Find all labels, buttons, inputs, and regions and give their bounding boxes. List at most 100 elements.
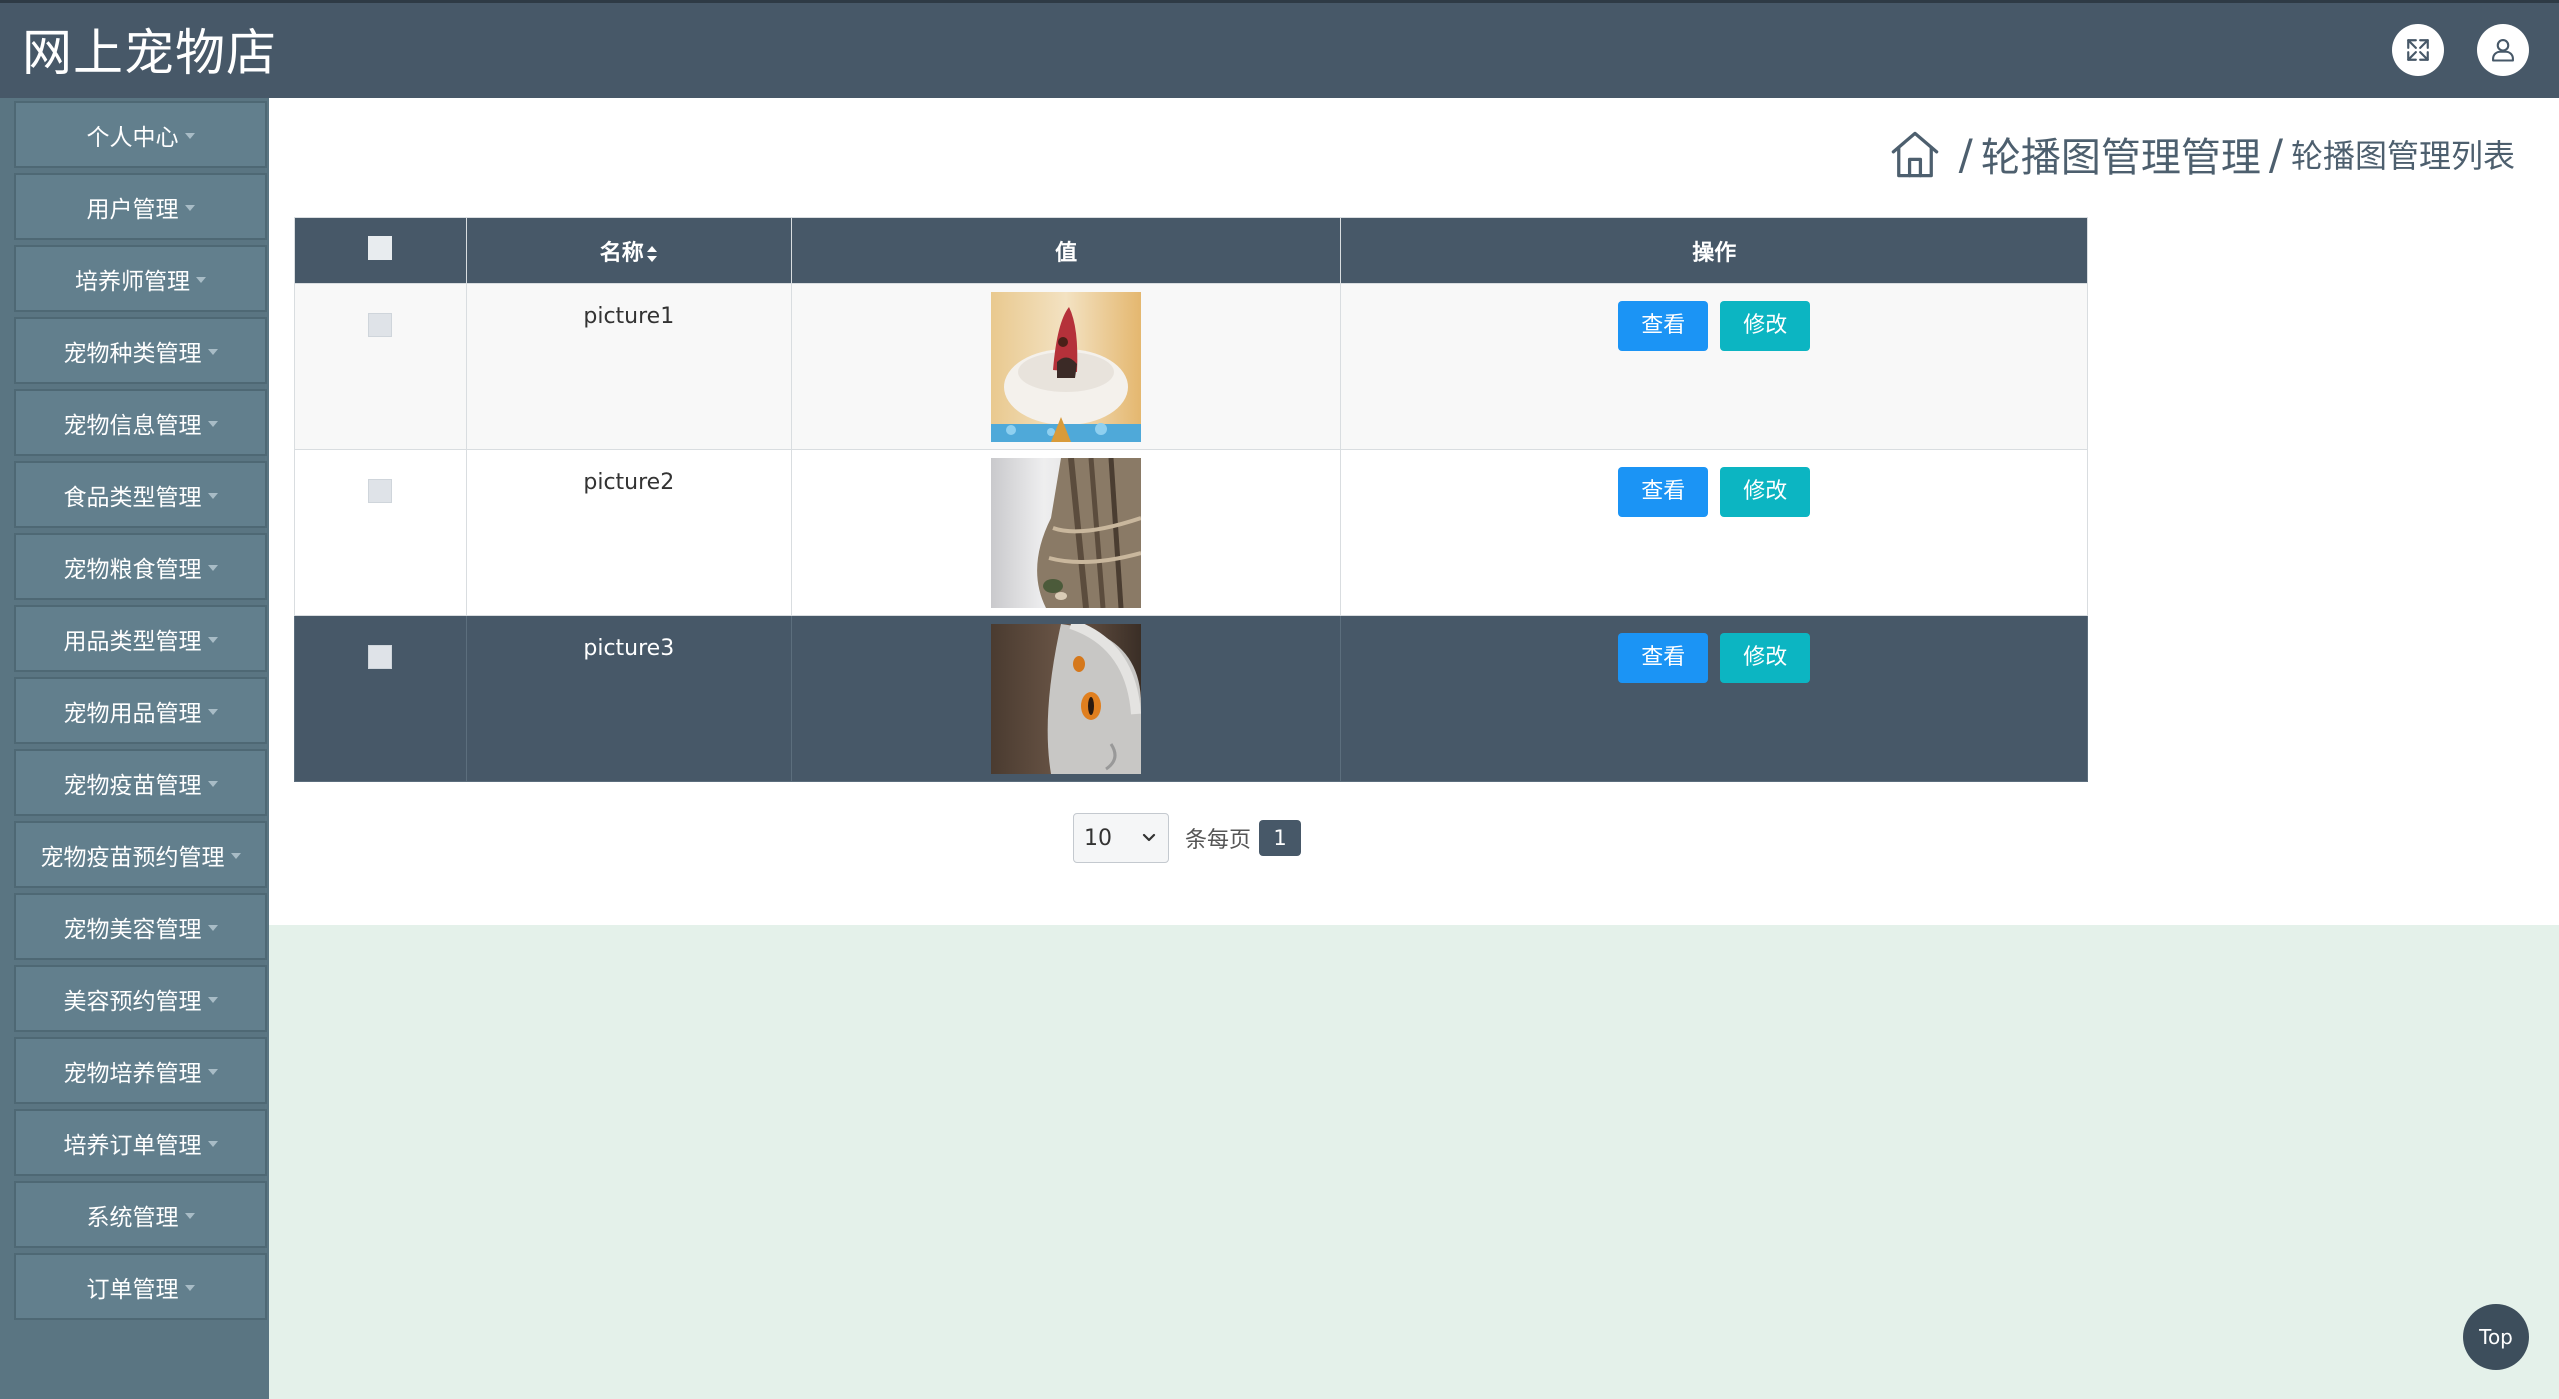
table-header-row: 名称 值 操作 <box>294 217 2088 284</box>
sidebar-item-pet-food[interactable]: 宠物粮食管理 <box>14 533 267 600</box>
sidebar-item-label: 用户管理 <box>86 196 179 223</box>
sidebar-item-pet-species[interactable]: 宠物种类管理 <box>14 317 267 384</box>
breadcrumb: / 轮播图管理管理 / 轮播图管理列表 <box>1889 118 2515 190</box>
sidebar-item-system[interactable]: 系统管理 <box>14 1181 267 1248</box>
user-icon <box>2492 39 2514 62</box>
home-icon[interactable] <box>1889 128 1941 180</box>
caret-down-icon <box>196 276 206 283</box>
sidebar-item-grooming-appointments[interactable]: 美容预约管理 <box>14 965 267 1032</box>
app-title: 网上宠物店 <box>22 24 277 82</box>
sidebar-item-label: 宠物种类管理 <box>63 340 202 367</box>
caret-down-icon <box>207 1068 218 1075</box>
chevron-down-icon <box>1142 833 1156 842</box>
row-checkbox[interactable] <box>368 479 393 503</box>
sidebar-item-label: 个人中心 <box>86 124 179 151</box>
sidebar-item-label: 宠物美容管理 <box>63 916 202 943</box>
breadcrumb-module[interactable]: 轮播图管理管理 <box>1981 125 2261 183</box>
caret-down-icon <box>207 708 218 715</box>
user-menu-button[interactable] <box>2477 24 2529 76</box>
column-header-value: 值 <box>790 217 1342 284</box>
carousel-image <box>991 624 1142 774</box>
view-button[interactable]: 查看 <box>1618 467 1709 517</box>
sidebar-item-label: 宠物疫苗预约管理 <box>40 844 225 871</box>
row-checkbox[interactable] <box>368 313 393 337</box>
sidebar-item-supply-types[interactable]: 用品类型管理 <box>14 605 267 672</box>
caret-down-icon <box>207 636 218 643</box>
sidebar-item-grooming[interactable]: 宠物美容管理 <box>14 893 267 960</box>
sidebar-item-training-orders[interactable]: 培养订单管理 <box>14 1109 267 1176</box>
row-check-cell <box>294 449 467 616</box>
breadcrumb-separator: / <box>1958 129 1973 179</box>
actions-cell: 查看 修改 <box>1340 615 2088 782</box>
sidebar-item-vaccine-appointments[interactable]: 宠物疫苗预约管理 <box>14 821 267 888</box>
edit-button[interactable]: 修改 <box>1720 301 1811 351</box>
sidebar-item-label: 宠物信息管理 <box>63 412 202 439</box>
sidebar-item-label: 培养订单管理 <box>63 1132 202 1159</box>
row-checkbox[interactable] <box>368 645 393 669</box>
sidebar-item-label: 宠物疫苗管理 <box>63 772 202 799</box>
caret-down-icon <box>207 492 218 499</box>
value-cell <box>790 449 1342 616</box>
breadcrumb-current: 轮播图管理列表 <box>2290 137 2515 175</box>
sidebar-item-label: 培养师管理 <box>75 268 190 295</box>
caret-down-icon <box>207 924 218 931</box>
actions-cell: 查看 修改 <box>1340 283 2088 450</box>
page-size-select[interactable]: 10 <box>1073 813 1169 863</box>
caret-down-icon <box>184 132 195 139</box>
sidebar-item-label: 美容预约管理 <box>63 988 202 1015</box>
select-all-cell <box>294 217 467 284</box>
value-cell <box>790 615 1342 782</box>
caret-down-icon <box>184 1284 195 1291</box>
sidebar-item-personal-center[interactable]: 个人中心 <box>14 101 267 168</box>
caret-down-icon <box>207 420 218 427</box>
name-cell: picture2 <box>465 449 792 616</box>
caret-down-icon <box>207 348 218 355</box>
sidebar-item-label: 订单管理 <box>86 1276 179 1303</box>
row-check-cell <box>294 615 467 782</box>
page-number-button[interactable]: 1 <box>1259 820 1302 856</box>
carousel-table: 名称 值 操作 picture1 查看 修改 picture2 查看 修改 pi… <box>294 217 2088 782</box>
sidebar-item-food-types[interactable]: 食品类型管理 <box>14 461 267 528</box>
caret-down-icon <box>184 204 195 211</box>
view-button[interactable]: 查看 <box>1618 301 1709 351</box>
sidebar-item-label: 宠物粮食管理 <box>63 556 202 583</box>
value-cell <box>790 283 1342 450</box>
caret-down-icon <box>207 996 218 1003</box>
back-to-top-button[interactable]: Top <box>2463 1304 2529 1370</box>
sidebar-item-label: 食品类型管理 <box>63 484 202 511</box>
table-row: picture3 查看 修改 <box>294 615 2088 782</box>
caret-down-icon <box>207 1140 218 1147</box>
edit-button[interactable]: 修改 <box>1720 633 1811 683</box>
column-header-name[interactable]: 名称 <box>465 217 792 284</box>
sidebar-item-pet-supplies[interactable]: 宠物用品管理 <box>14 677 267 744</box>
caret-down-icon <box>207 564 218 571</box>
sidebar: 个人中心 用户管理 培养师管理 宠物种类管理 宠物信息管理 食品类型管理 宠物粮… <box>0 98 269 1399</box>
sidebar-item-users[interactable]: 用户管理 <box>14 173 267 240</box>
actions-cell: 查看 修改 <box>1340 449 2088 616</box>
select-all-checkbox[interactable] <box>368 235 393 260</box>
per-page-label: 条每页 <box>1185 828 1252 853</box>
sidebar-item-label: 宠物培养管理 <box>63 1060 202 1087</box>
sidebar-item-trainers[interactable]: 培养师管理 <box>14 245 267 312</box>
pagination: 10 条每页 1 <box>1073 813 1302 863</box>
column-header-actions: 操作 <box>1340 217 2088 284</box>
breadcrumb-separator: / <box>2268 129 2283 179</box>
caret-down-icon <box>207 780 218 787</box>
page-size-value: 10 <box>1084 825 1112 851</box>
sidebar-item-label: 宠物用品管理 <box>63 700 202 727</box>
carousel-image <box>991 292 1142 442</box>
carousel-image <box>991 458 1142 608</box>
sidebar-item-pet-info[interactable]: 宠物信息管理 <box>14 389 267 456</box>
sidebar-item-label: 系统管理 <box>86 1204 179 1231</box>
view-button[interactable]: 查看 <box>1618 633 1709 683</box>
column-header-label: 名称 <box>599 240 644 266</box>
sort-icon <box>646 245 657 262</box>
edit-button[interactable]: 修改 <box>1720 467 1811 517</box>
fullscreen-button[interactable] <box>2392 24 2444 76</box>
sidebar-item-orders[interactable]: 订单管理 <box>14 1253 267 1320</box>
name-cell: picture3 <box>465 615 792 782</box>
row-check-cell <box>294 283 467 450</box>
sidebar-item-vaccines[interactable]: 宠物疫苗管理 <box>14 749 267 816</box>
table-row: picture1 查看 修改 <box>294 283 2088 450</box>
sidebar-item-pet-training[interactable]: 宠物培养管理 <box>14 1037 267 1104</box>
